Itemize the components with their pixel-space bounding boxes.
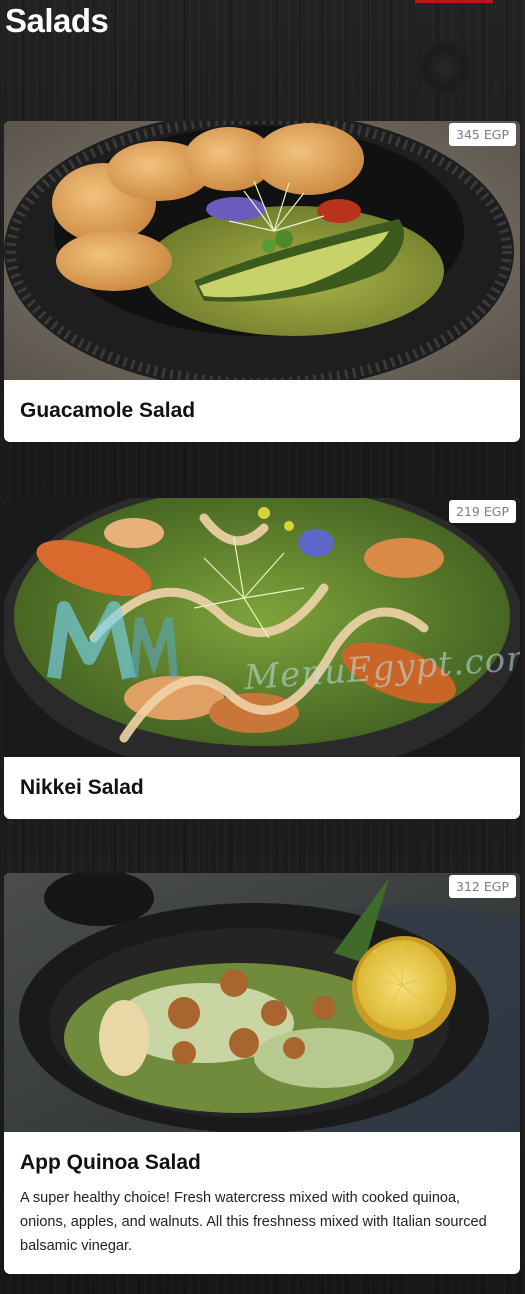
background-wood-knot (418, 40, 472, 96)
item-image-guacamole-salad: 345 EGP (4, 121, 520, 380)
item-image-app-quinoa-salad: 312 EGP (4, 873, 520, 1132)
menu-item-card-nikkei[interactable]: MenuEgypt.com 219 EGP Nikkei Salad (4, 498, 520, 819)
guacamole-bowl-illustration (4, 121, 520, 380)
price-badge: 345 EGP (449, 123, 516, 146)
item-image-nikkei-salad: MenuEgypt.com 219 EGP (4, 498, 520, 757)
quinoa-bowl-illustration (4, 873, 520, 1132)
price-badge: 219 EGP (449, 500, 516, 523)
item-name: Guacamole Salad (20, 399, 196, 422)
menu-item-card-quinoa[interactable]: 312 EGP App Quinoa Salad A super healthy… (4, 873, 520, 1274)
section-title: Salads (5, 2, 109, 39)
item-name: Nikkei Salad (20, 776, 144, 799)
item-name: App Quinoa Salad (20, 1151, 201, 1174)
menu-item-card-guacamole[interactable]: 345 EGP Guacamole Salad (4, 121, 520, 442)
item-description: A super healthy choice! Fresh watercress… (20, 1190, 487, 1254)
price-badge: 312 EGP (449, 875, 516, 898)
nikkei-bowl-illustration (4, 498, 520, 757)
top-accent-bar (415, 0, 493, 3)
